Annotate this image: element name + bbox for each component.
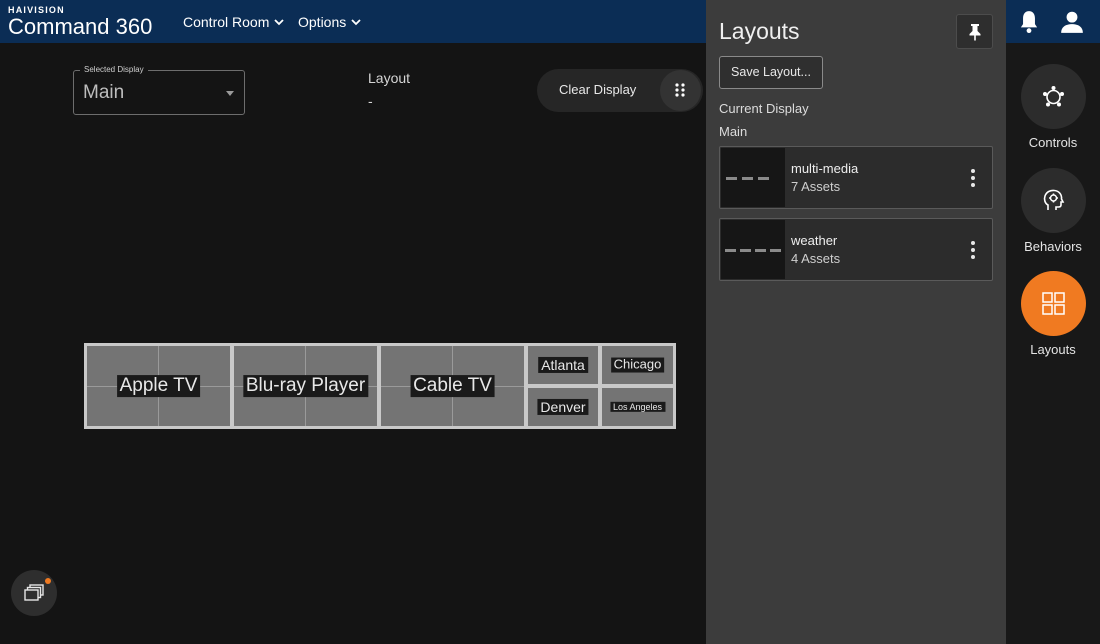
wall-tile-los-angeles[interactable]: Los Angeles bbox=[602, 388, 673, 426]
pin-icon bbox=[969, 24, 981, 41]
user-icon[interactable] bbox=[1059, 9, 1085, 35]
layout-asset-count: 4 Assets bbox=[791, 251, 841, 266]
layouts-icon bbox=[1041, 292, 1065, 315]
layout-card-multi-media[interactable]: multi-media 7 Assets bbox=[719, 146, 993, 209]
menu-options[interactable]: Options bbox=[298, 14, 362, 30]
caret-down-icon bbox=[226, 91, 234, 96]
rail-item-controls[interactable]: Controls bbox=[1006, 64, 1100, 150]
layout-asset-count: 7 Assets bbox=[791, 179, 841, 194]
panel-title: Layouts bbox=[719, 18, 800, 44]
notification-dot bbox=[45, 578, 51, 584]
menu-control-room[interactable]: Control Room bbox=[183, 14, 285, 30]
clear-display-button[interactable]: Clear Display bbox=[559, 82, 636, 97]
grip-icon bbox=[675, 83, 685, 97]
brand-product: Command 360 bbox=[8, 14, 153, 39]
wall-tile-blu-ray-player[interactable]: Blu-ray Player bbox=[234, 346, 377, 426]
wall-tile-cable-tv[interactable]: Cable TV bbox=[381, 346, 524, 426]
bell-icon[interactable] bbox=[1016, 9, 1042, 35]
tile-label: Cable TV bbox=[410, 375, 495, 397]
wall-tile-chicago[interactable]: Chicago bbox=[602, 346, 673, 384]
layout-card-weather[interactable]: weather 4 Assets bbox=[719, 218, 993, 281]
rail-button bbox=[1020, 168, 1086, 233]
rail-label: Behaviors bbox=[1024, 239, 1082, 254]
rail-item-behaviors[interactable]: Behaviors bbox=[1006, 168, 1100, 254]
grip-button[interactable] bbox=[660, 70, 701, 111]
windows-stack-icon bbox=[24, 584, 44, 601]
selected-display-select[interactable]: Selected Display Main bbox=[73, 65, 245, 115]
rail-label: Layouts bbox=[1030, 342, 1076, 357]
menu-control-room-label: Control Room bbox=[183, 14, 270, 30]
rail-item-layouts[interactable]: Layouts bbox=[1006, 271, 1100, 357]
display-actions: Clear Display bbox=[537, 69, 703, 112]
menu-options-label: Options bbox=[298, 14, 347, 30]
tile-label: Atlanta bbox=[538, 356, 588, 374]
layout-name: multi-media bbox=[791, 161, 859, 176]
pin-button[interactable] bbox=[956, 14, 993, 49]
layout-label: Layout bbox=[368, 70, 411, 86]
display-main-area: Selected Display Main Layout - Clear Dis… bbox=[0, 43, 706, 644]
brand-logo: HAIVISION Command 360 bbox=[8, 5, 152, 39]
layout-thumbnail bbox=[721, 148, 785, 207]
chevron-down-icon bbox=[351, 19, 361, 26]
layouts-panel: Layouts Save Layout... Current Display M… bbox=[706, 0, 1006, 644]
current-display-label: Current Display bbox=[719, 101, 809, 116]
rail-button bbox=[1020, 64, 1086, 129]
tile-label: Los Angeles bbox=[609, 401, 666, 413]
chevron-down-icon bbox=[274, 19, 285, 26]
right-rail: Controls Behaviors Layouts bbox=[1006, 43, 1100, 644]
wall-tile-denver[interactable]: Denver bbox=[528, 388, 598, 426]
rail-label: Controls bbox=[1028, 135, 1078, 150]
wall-tile-atlanta[interactable]: Atlanta bbox=[528, 346, 598, 384]
tile-label: Denver bbox=[537, 398, 589, 416]
rail-button-active bbox=[1020, 271, 1086, 336]
layout-value: - bbox=[368, 93, 373, 109]
save-layout-button[interactable]: Save Layout... bbox=[719, 56, 823, 89]
video-wall: Apple TV Blu-ray Player Cable TV Atlanta… bbox=[84, 343, 676, 429]
layout-name: weather bbox=[791, 233, 838, 248]
windows-button[interactable] bbox=[11, 570, 57, 616]
controls-icon bbox=[1042, 86, 1064, 107]
tile-label: Apple TV bbox=[116, 375, 201, 397]
more-options-icon[interactable] bbox=[970, 241, 976, 259]
selected-display-label: Selected Display bbox=[80, 65, 148, 74]
more-options-icon[interactable] bbox=[970, 169, 976, 187]
tile-label: Chicago bbox=[610, 357, 665, 373]
selected-display-value: Main bbox=[83, 82, 125, 103]
behaviors-icon bbox=[1043, 189, 1064, 210]
layout-thumbnail bbox=[721, 220, 785, 279]
tile-label: Blu-ray Player bbox=[242, 375, 369, 397]
current-display-value: Main bbox=[719, 124, 748, 139]
wall-tile-apple-tv[interactable]: Apple TV bbox=[87, 346, 230, 426]
